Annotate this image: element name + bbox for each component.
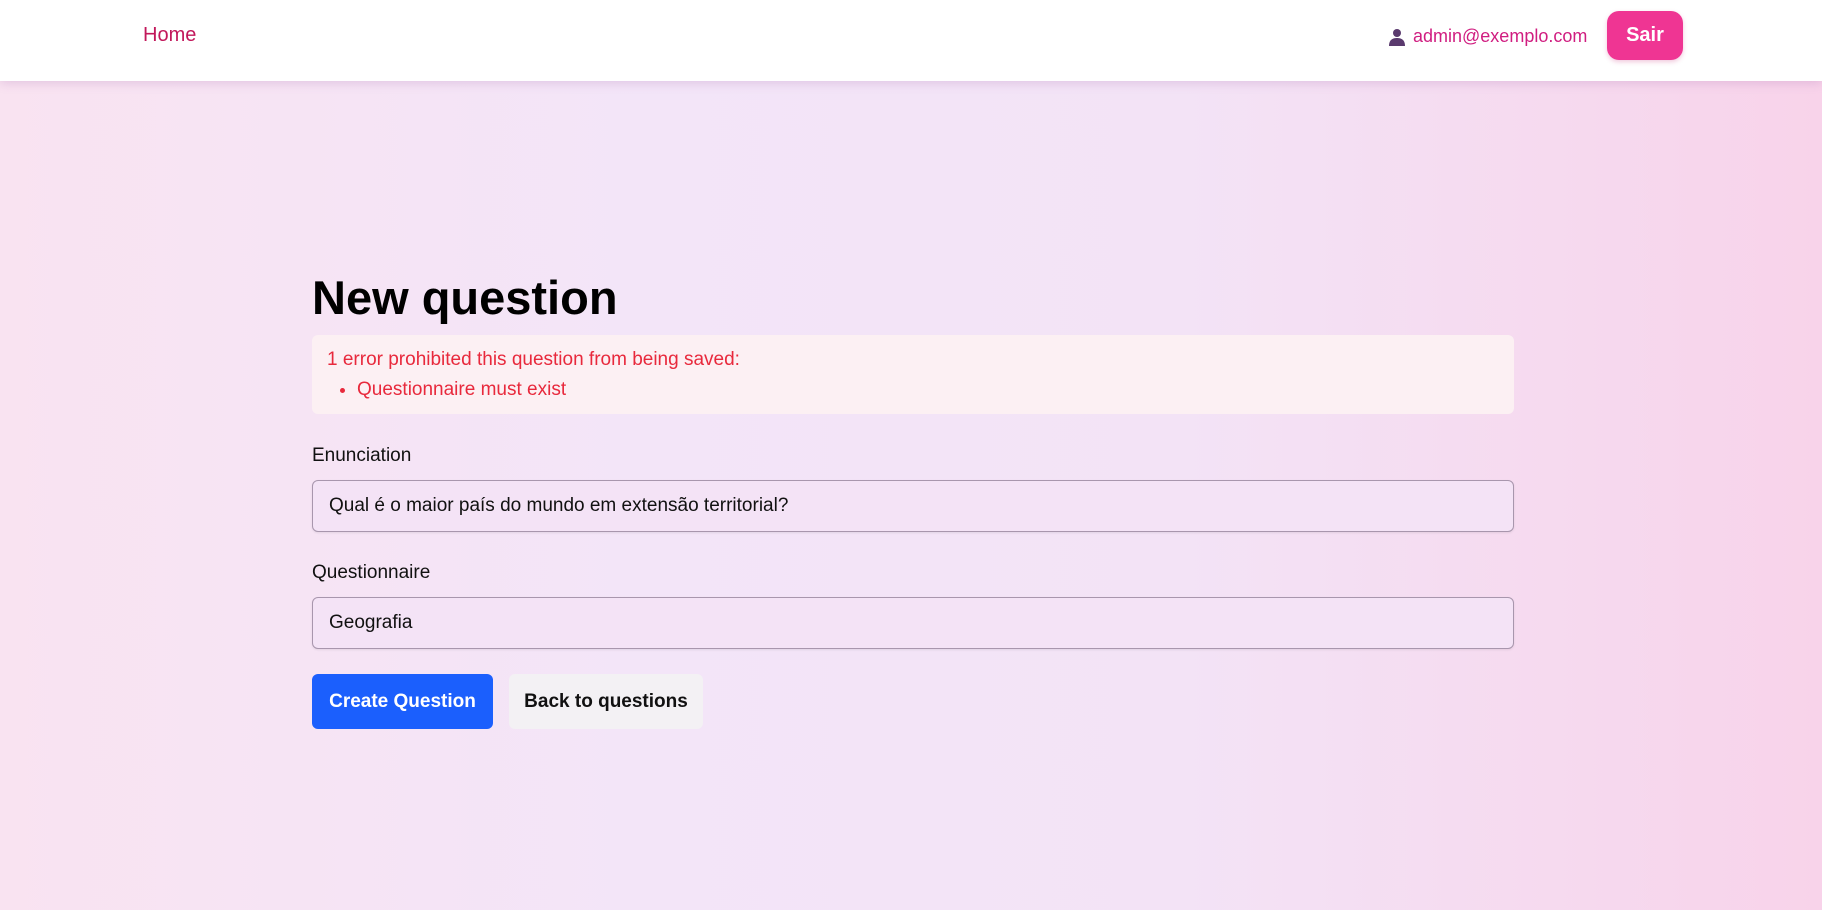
user-info: admin@exemplo.com bbox=[1389, 26, 1587, 47]
error-explanation: 1 error prohibited this question from be… bbox=[312, 335, 1514, 414]
error-list: Questionnaire must exist bbox=[327, 379, 1499, 401]
top-navbar: Home admin@exemplo.com Sair bbox=[0, 0, 1822, 81]
page-title: New question bbox=[312, 271, 618, 324]
home-link[interactable]: Home bbox=[143, 24, 196, 47]
enunciation-label: Enunciation bbox=[312, 445, 412, 466]
enunciation-field[interactable] bbox=[312, 480, 1514, 532]
user-email: admin@exemplo.com bbox=[1413, 26, 1588, 46]
logout-button[interactable]: Sair bbox=[1607, 11, 1683, 60]
user-icon bbox=[1389, 28, 1405, 46]
error-header: 1 error prohibited this question from be… bbox=[327, 349, 740, 370]
questionnaire-field[interactable] bbox=[312, 597, 1514, 649]
create-question-button[interactable]: Create Question bbox=[312, 674, 493, 729]
back-to-questions-button[interactable]: Back to questions bbox=[509, 674, 703, 729]
error-item: Questionnaire must exist bbox=[357, 379, 1499, 401]
questionnaire-label: Questionnaire bbox=[312, 562, 431, 583]
